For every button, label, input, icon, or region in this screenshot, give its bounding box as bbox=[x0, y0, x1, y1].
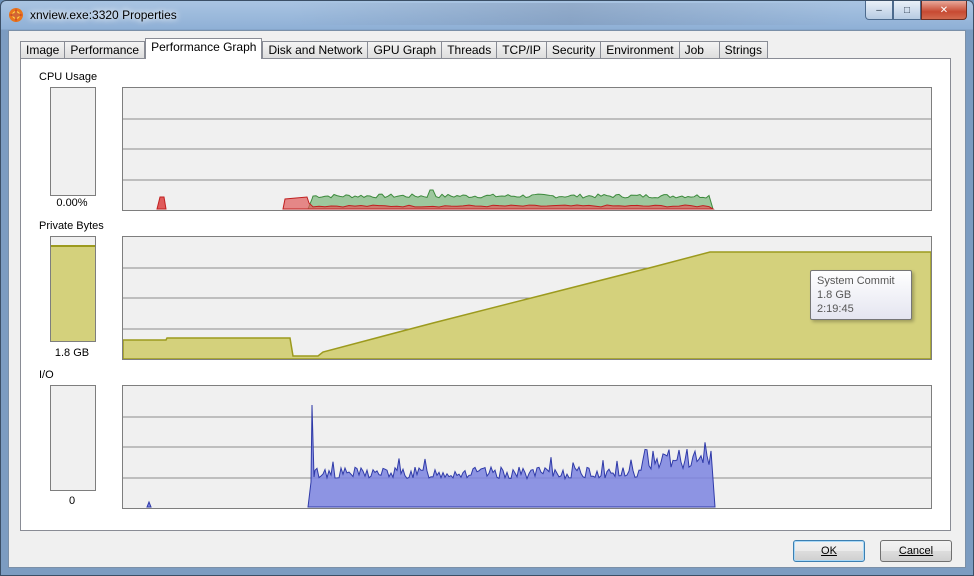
cancel-button-label: Cancel bbox=[898, 545, 934, 557]
cpu-usage-label: CPU Usage bbox=[39, 71, 98, 83]
io-small-spike bbox=[146, 500, 152, 508]
background-blur bbox=[291, 3, 851, 25]
tab-gpu-graph[interactable]: GPU Graph bbox=[367, 41, 443, 59]
cpu-usage-meter bbox=[50, 87, 96, 196]
cpu-usage-chart bbox=[123, 118, 931, 210]
tab-performance-graph[interactable]: Performance Graph bbox=[145, 38, 263, 59]
private-bytes-value: 1.8 GB bbox=[54, 347, 90, 359]
io-graph[interactable] bbox=[122, 385, 932, 509]
title-bar[interactable]: xnview.exe:3320 Properties – □ ✕ bbox=[1, 1, 973, 30]
cpu-spike bbox=[156, 196, 167, 210]
tab-threads[interactable]: Threads bbox=[441, 41, 498, 59]
tab-image[interactable]: Image bbox=[20, 41, 66, 59]
dialog-client-area: Image Performance Performance Graph Disk… bbox=[8, 30, 966, 568]
tab-tcp-ip[interactable]: TCP/IP bbox=[496, 41, 547, 59]
xnview-app-icon bbox=[9, 8, 23, 22]
tooltip-value: 1.8 GB bbox=[817, 289, 852, 301]
minimize-icon: – bbox=[876, 4, 882, 16]
window-title: xnview.exe:3320 Properties bbox=[30, 8, 177, 22]
ok-button[interactable]: OK bbox=[793, 540, 865, 562]
minimize-button[interactable]: – bbox=[865, 1, 893, 20]
io-label: I/O bbox=[39, 369, 54, 381]
tab-job[interactable]: Job bbox=[678, 41, 720, 59]
cpu-usage-graph[interactable] bbox=[122, 87, 932, 211]
tooltip-time: 2:19:45 bbox=[817, 303, 854, 315]
ok-button-label: OK bbox=[821, 545, 837, 557]
maximize-button[interactable]: □ bbox=[893, 1, 921, 20]
private-bytes-meter-fill bbox=[51, 245, 95, 341]
close-icon: ✕ bbox=[939, 4, 949, 16]
tab-performance[interactable]: Performance bbox=[64, 41, 146, 59]
properties-window: xnview.exe:3320 Properties – □ ✕ Image P… bbox=[0, 0, 974, 576]
io-value: 0 bbox=[68, 495, 76, 507]
tab-strip: Image Performance Performance Graph Disk… bbox=[20, 38, 768, 59]
private-bytes-meter bbox=[50, 236, 96, 342]
system-commit-tooltip: System Commit 1.8 GB 2:19:45 bbox=[810, 270, 912, 320]
private-bytes-label: Private Bytes bbox=[39, 220, 104, 232]
io-meter bbox=[50, 385, 96, 491]
tooltip-title: System Commit bbox=[817, 275, 895, 287]
tab-environment[interactable]: Environment bbox=[600, 41, 680, 59]
cancel-button[interactable]: Cancel bbox=[880, 540, 952, 562]
cpu-usage-value: 0.00% bbox=[56, 197, 88, 209]
maximize-icon: □ bbox=[903, 4, 911, 16]
io-area bbox=[307, 404, 716, 508]
tab-security[interactable]: Security bbox=[545, 41, 602, 59]
tab-disk-and-network[interactable]: Disk and Network bbox=[262, 41, 369, 59]
tab-strings[interactable]: Strings bbox=[718, 41, 768, 59]
close-button[interactable]: ✕ bbox=[921, 1, 967, 20]
io-chart bbox=[123, 404, 931, 508]
